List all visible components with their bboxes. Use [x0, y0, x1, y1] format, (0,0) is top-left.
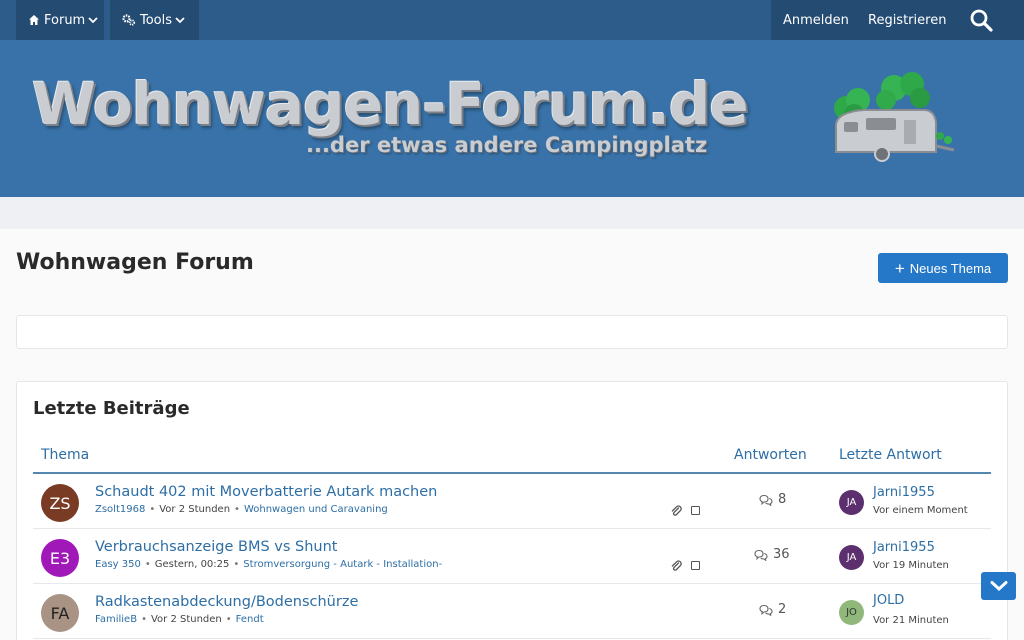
- topic-status-square-icon: [691, 506, 700, 515]
- paperclip-icon: [671, 560, 682, 571]
- page-title: Wohnwagen Forum: [16, 250, 254, 275]
- login-link[interactable]: Anmelden: [783, 0, 849, 40]
- table-row[interactable]: E3 Verbrauchsanzeige BMS vs Shunt Easy 3…: [33, 529, 991, 584]
- notice-area: [16, 315, 1008, 349]
- register-link[interactable]: Registrieren: [868, 0, 946, 40]
- topic-meta: Easy 350 • Gestern, 00:25 • Stromversorgung …: [95, 559, 442, 570]
- last-reply-user-link[interactable]: Jarni1955: [873, 485, 935, 500]
- spacer-strip: [0, 197, 1024, 229]
- column-header-topic: Thema: [41, 447, 90, 463]
- topic-author-link[interactable]: Zsolt1968: [95, 504, 145, 515]
- bullet-separator: •: [225, 614, 232, 625]
- last-reply-avatar[interactable]: JA: [839, 545, 864, 570]
- avatar[interactable]: FA: [41, 594, 79, 632]
- topic-meta: Zsolt1968 • Vor 2 Stunden • Wohnwagen und Ca…: [95, 504, 388, 515]
- gears-icon: [122, 14, 136, 26]
- last-reply-avatar[interactable]: JO: [839, 600, 864, 625]
- column-header-last-reply: Letzte Antwort: [839, 447, 942, 463]
- bullet-separator: •: [234, 504, 240, 515]
- latest-posts-title: Letzte Beiträge: [33, 398, 190, 419]
- nav-tools[interactable]: Tools: [110, 0, 199, 40]
- last-reply-time[interactable]: Vor 19 Minuten: [873, 560, 949, 571]
- nav-tools-label: Tools: [140, 12, 173, 28]
- topic-time: Gestern, 00:25: [154, 559, 230, 570]
- site-logo-text[interactable]: Wohnwagen-Forum.de: [32, 70, 749, 138]
- topic-time: Vor 2 Stunden: [159, 504, 231, 515]
- chevron-down-icon: [88, 17, 98, 24]
- nav-forum-label: Forum: [44, 12, 86, 28]
- new-topic-label: Neues Thema: [909, 260, 992, 276]
- reply-count-value: 36: [773, 547, 790, 562]
- search-icon: [970, 9, 993, 32]
- topic-title-link[interactable]: Schaudt 402 mit Moverbatterie Autark mac…: [95, 484, 437, 500]
- column-header-replies: Antworten: [734, 447, 807, 463]
- avatar[interactable]: E3: [41, 539, 79, 577]
- scroll-down-button[interactable]: [981, 572, 1016, 600]
- search-button[interactable]: [966, 0, 996, 40]
- topic-forum-link[interactable]: Stromversorgung - Autark - Installation-: [243, 559, 442, 570]
- reply-count: 36: [754, 547, 790, 562]
- topic-author-link[interactable]: Easy 350: [95, 559, 141, 570]
- comments-icon: [759, 494, 773, 506]
- reply-count-value: 2: [778, 602, 787, 617]
- topic-forum-link[interactable]: Wohnwagen und Caravaning: [244, 504, 388, 515]
- plus-icon: +: [894, 258, 905, 278]
- last-reply-time[interactable]: Vor 21 Minuten: [873, 615, 949, 626]
- table-row[interactable]: ZS Schaudt 402 mit Moverbatterie Autark …: [33, 474, 991, 529]
- comments-icon: [754, 549, 768, 561]
- reply-count: 8: [759, 492, 786, 507]
- topic-time: Vor 2 Stunden: [150, 614, 222, 625]
- top-navigation: Forum Tools Anmelden Registrieren: [0, 0, 1024, 40]
- home-icon: [29, 15, 39, 25]
- last-reply-time[interactable]: Vor einem Moment: [873, 505, 968, 516]
- comments-icon: [759, 604, 773, 616]
- chevron-down-icon: [990, 581, 1007, 592]
- site-tagline: ...der etwas andere Campingplatz: [306, 133, 708, 157]
- new-topic-button[interactable]: + Neues Thema: [878, 253, 1008, 283]
- nav-forum[interactable]: Forum: [16, 0, 104, 40]
- topic-status-square-icon: [691, 561, 700, 570]
- avatar[interactable]: ZS: [41, 484, 79, 522]
- last-reply-avatar[interactable]: JA: [839, 490, 864, 515]
- bullet-separator: •: [233, 559, 240, 570]
- topic-title-link[interactable]: Verbrauchsanzeige BMS vs Shunt: [95, 539, 337, 555]
- last-reply-user-link[interactable]: Jarni1955: [873, 540, 935, 555]
- table-row[interactable]: FA Radkastenabdeckung/Bodenschürze Famil…: [33, 584, 991, 639]
- reply-count: 2: [759, 602, 786, 617]
- paperclip-icon: [671, 505, 682, 516]
- topic-meta: FamilieB • Vor 2 Stunden • Fendt: [95, 614, 264, 625]
- bullet-separator: •: [149, 504, 156, 515]
- site-banner: Wohnwagen-Forum.de ...der etwas andere C…: [0, 40, 1024, 197]
- topic-forum-link[interactable]: Fendt: [236, 614, 264, 625]
- last-reply-user-link[interactable]: JOLD: [873, 593, 904, 608]
- topic-author-link[interactable]: FamilieB: [95, 614, 137, 625]
- bullet-separator: •: [141, 614, 147, 625]
- chevron-down-icon: [175, 17, 185, 24]
- bullet-separator: •: [144, 559, 151, 570]
- reply-count-value: 8: [778, 492, 787, 507]
- topic-title-link[interactable]: Radkastenabdeckung/Bodenschürze: [95, 594, 358, 610]
- caravan-trees-logo-icon: [834, 72, 955, 162]
